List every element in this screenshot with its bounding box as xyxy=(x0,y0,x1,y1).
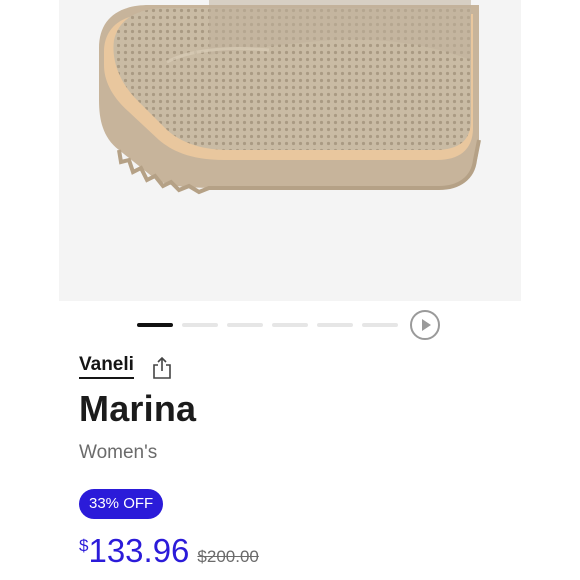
currency-symbol: $ xyxy=(79,536,89,555)
play-icon[interactable] xyxy=(410,310,440,340)
brand-link[interactable]: Vaneli xyxy=(79,354,134,379)
product-gender: Women's xyxy=(79,442,158,463)
carousel-dot-1[interactable] xyxy=(137,323,173,327)
brand-row: Vaneli xyxy=(79,354,171,380)
original-price: $200.00 xyxy=(197,547,259,566)
sale-price: 133.96 xyxy=(88,532,190,569)
boot-illustration xyxy=(99,0,481,195)
product-title: Marina xyxy=(79,388,197,429)
carousel-dot-4[interactable] xyxy=(272,323,308,327)
carousel-dot-3[interactable] xyxy=(227,323,263,327)
carousel-dot-5[interactable] xyxy=(317,323,353,327)
discount-badge: 33% OFF xyxy=(79,489,164,519)
carousel-dot-6[interactable] xyxy=(362,323,398,327)
image-carousel-indicators xyxy=(0,308,580,342)
carousel-dot-2[interactable] xyxy=(182,323,218,327)
share-icon[interactable] xyxy=(151,356,173,380)
price-row: $133.96 $200.00 xyxy=(79,532,259,576)
product-image[interactable] xyxy=(59,0,521,301)
